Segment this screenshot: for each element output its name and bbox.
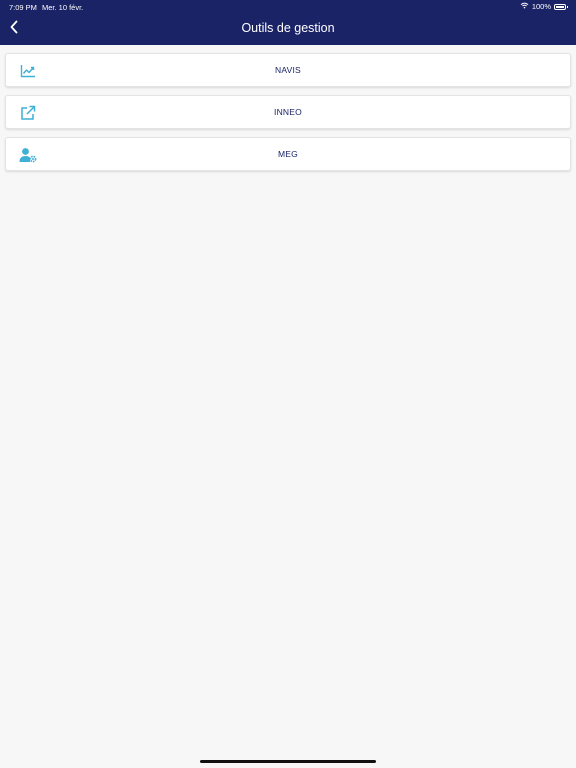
list-item-label: INNEO: [274, 107, 302, 117]
status-time: 7:09 PM: [9, 3, 37, 12]
status-date: Mer. 10 févr.: [42, 3, 84, 12]
status-indicators: 100%: [520, 2, 568, 11]
list-item-label: NAVIS: [275, 65, 301, 75]
home-indicator: [200, 760, 376, 763]
list-item-label: MEG: [278, 149, 298, 159]
list-item-navis[interactable]: NAVIS: [5, 53, 571, 87]
wifi-icon: [520, 2, 529, 11]
page-title: Outils de gestion: [241, 21, 335, 35]
battery-percent: 100%: [531, 2, 551, 11]
tools-list: NAVIS INNEO MEG: [5, 53, 571, 179]
list-item-meg[interactable]: MEG: [5, 137, 571, 171]
battery-icon: [554, 3, 568, 10]
status-bar: 7:09 PM Mer. 10 févr. 100%: [0, 0, 576, 14]
list-item-inneo[interactable]: INNEO: [5, 95, 571, 129]
nav-header: 7:09 PM Mer. 10 févr. 100% Outils de ges…: [0, 0, 576, 45]
